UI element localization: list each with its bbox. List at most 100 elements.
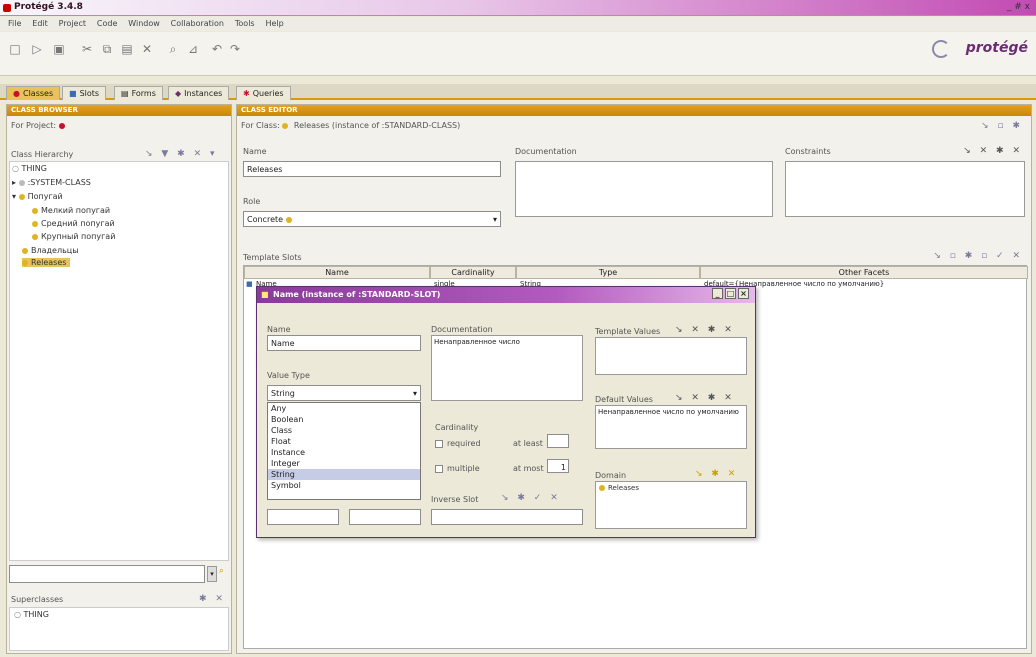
tab-classes[interactable]: ● Classes — [6, 86, 61, 100]
inverse-slot-toolbar-icons[interactable]: ↘ ✱ ✓ ✕ — [501, 493, 561, 503]
template-slots-toolbar-icons[interactable]: ↘ ▫ ✱ ▫ ✓ ✕ — [933, 251, 1023, 261]
documentation-textarea[interactable] — [515, 161, 773, 217]
new-project-icon[interactable]: □ — [8, 42, 22, 56]
option-instance[interactable]: Instance — [268, 447, 420, 458]
menu-tools[interactable]: Tools — [235, 17, 255, 31]
search-dropdown-icon[interactable]: ▾ — [207, 566, 217, 582]
required-row[interactable]: required — [435, 439, 481, 448]
option-integer[interactable]: Integer — [268, 458, 420, 469]
domain-toolbar-icons[interactable]: ↘ ✱ ✕ — [695, 469, 738, 479]
class-name-field[interactable]: Releases — [243, 161, 501, 177]
constraints-toolbar-icons[interactable]: ↘ ✕ ✱ ✕ — [963, 146, 1023, 156]
multiple-checkbox[interactable] — [435, 464, 443, 473]
tree-item-releases[interactable]: Releases — [22, 258, 71, 267]
slot-name-field[interactable]: Name — [267, 335, 421, 351]
class-hierarchy-label: Class Hierarchy — [11, 150, 74, 159]
tree-item-large-parrot[interactable]: Крупный попугай — [32, 232, 115, 241]
tree-item-medium-parrot[interactable]: Средний попугай — [32, 219, 115, 228]
class-icon — [32, 207, 38, 214]
menu-project[interactable]: Project — [59, 17, 86, 31]
class-icon — [599, 485, 605, 491]
required-checkbox[interactable] — [435, 439, 443, 448]
domain-item-label: Releases — [608, 484, 639, 492]
hierarchy-toolbar-icons[interactable]: ↘ ▼ ✱ ✕ ▾ — [145, 149, 218, 159]
redo-icon[interactable]: ↷ — [228, 42, 242, 56]
find-icon[interactable]: ⌕ — [166, 42, 180, 56]
default-values-list[interactable]: Ненаправленное число по умолчанию — [595, 405, 747, 449]
for-class-label: For Class: — [241, 121, 280, 130]
class-editor-toolbar-icons[interactable]: ↘ ▫ ✱ — [981, 121, 1023, 131]
option-any[interactable]: Any — [268, 403, 420, 414]
search-icon[interactable]: ⌕ — [219, 566, 224, 576]
menu-window[interactable]: Window — [128, 17, 160, 31]
tab-slots[interactable]: ■ Slots — [62, 86, 107, 100]
option-boolean[interactable]: Boolean — [268, 414, 420, 425]
tab-forms-label: Forms — [131, 89, 156, 98]
option-symbol[interactable]: Symbol — [268, 480, 420, 491]
class-search-input[interactable] — [9, 565, 205, 583]
tree-item-thing[interactable]: ○ THING — [12, 164, 47, 173]
role-select[interactable]: Concrete ▾ — [243, 211, 501, 227]
column-header-cardinality[interactable]: Cardinality — [430, 266, 516, 279]
option-float[interactable]: Float — [268, 436, 420, 447]
cut-icon[interactable]: ✂ — [80, 42, 94, 56]
menu-help[interactable]: Help — [265, 17, 283, 31]
superclass-item[interactable]: ○ THING — [14, 610, 49, 619]
tab-queries[interactable]: ✱ Queries — [236, 86, 291, 100]
delete-icon[interactable]: ✕ — [140, 42, 154, 56]
window-title-bar: Protégé 3.4.8 _ # x — [0, 0, 1036, 16]
dialog-title-bar: ■ Name (instance of :STANDARD-SLOT) _ □ … — [257, 287, 755, 303]
copy-icon[interactable]: ⧉ — [100, 42, 114, 56]
inverse-slot-field[interactable] — [431, 509, 583, 525]
column-header-name[interactable]: Name — [244, 266, 430, 279]
column-header-other-facets[interactable]: Other Facets — [700, 266, 1028, 279]
close-icon[interactable]: × — [738, 288, 749, 299]
menu-code[interactable]: Code — [97, 17, 117, 31]
for-class-row: For Class: Releases (instance of :STANDA… — [241, 121, 460, 130]
tree-item-label: Попугай — [27, 192, 63, 201]
default-values-toolbar-icons[interactable]: ↘ ✕ ✱ ✕ — [675, 393, 735, 403]
value-type-select[interactable]: String ▾ — [267, 385, 421, 401]
minimize-icon[interactable]: _ — [712, 288, 723, 299]
slot-documentation-textarea[interactable]: Ненаправленное число — [431, 335, 583, 401]
undo-icon[interactable]: ↶ — [210, 42, 224, 56]
save-project-icon[interactable]: ▣ — [52, 42, 66, 56]
menu-edit[interactable]: Edit — [32, 17, 48, 31]
superclass-label: THING — [23, 610, 49, 619]
window-controls[interactable]: _ # x — [1007, 2, 1030, 12]
superclass-toolbar-icons[interactable]: ✱ ✕ — [199, 594, 226, 604]
tree-item-parrot[interactable]: ▾ Попугай — [12, 192, 63, 201]
at-most-field[interactable]: 1 — [547, 459, 569, 473]
menu-file[interactable]: File — [8, 17, 21, 31]
paste-icon[interactable]: ▤ — [120, 42, 134, 56]
template-values-label: Template Values — [595, 327, 661, 336]
tab-instances[interactable]: ◆ Instances — [168, 86, 230, 100]
maximum-field[interactable] — [349, 509, 421, 525]
queries-tab-icon: ✱ — [243, 89, 250, 98]
template-values-toolbar-icons[interactable]: ↘ ✕ ✱ ✕ — [675, 325, 735, 335]
open-project-icon[interactable]: ▷ — [30, 42, 44, 56]
class-tree: ○ THING ▸ :SYSTEM-CLASS ▾ Попугай Мелкий… — [9, 161, 229, 561]
tree-item-label: Releases — [31, 258, 67, 267]
column-header-type[interactable]: Type — [516, 266, 700, 279]
minimum-field[interactable] — [267, 509, 339, 525]
maximize-icon[interactable]: □ — [725, 288, 736, 299]
class-editor-header: CLASS EDITOR — [237, 105, 1031, 116]
option-string[interactable]: String — [268, 469, 420, 480]
option-class[interactable]: Class — [268, 425, 420, 436]
class-icon — [22, 259, 28, 266]
domain-item[interactable]: Releases — [599, 484, 639, 492]
tab-forms[interactable]: ▤ Forms — [114, 86, 163, 100]
menu-collaboration[interactable]: Collaboration — [171, 17, 224, 31]
value-type-label: Value Type — [267, 371, 310, 380]
at-least-field[interactable] — [547, 434, 569, 448]
value-type-dropdown: Any Boolean Class Float Instance Integer… — [267, 402, 421, 500]
window-title: Protégé 3.4.8 — [14, 2, 83, 12]
tab-queries-label: Queries — [252, 89, 284, 98]
class-icon — [282, 122, 289, 129]
tree-item-owners[interactable]: Владельцы — [22, 246, 79, 255]
tree-item-small-parrot[interactable]: Мелкий попугай — [32, 206, 110, 215]
insert-icon[interactable]: ⊿ — [186, 42, 200, 56]
tree-item-system-class[interactable]: ▸ :SYSTEM-CLASS — [12, 178, 91, 187]
multiple-row[interactable]: multiple — [435, 464, 480, 473]
